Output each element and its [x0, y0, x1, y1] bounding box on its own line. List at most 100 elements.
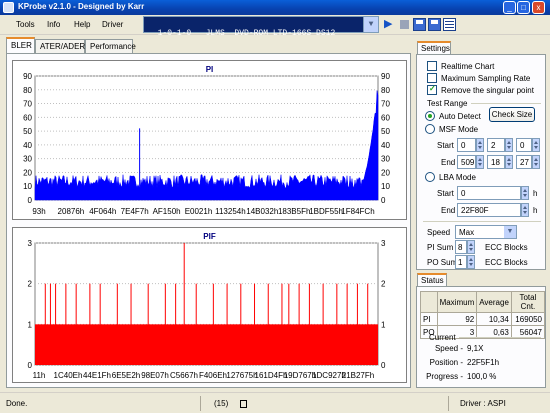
msf-start-frame-spinner[interactable]: [532, 138, 540, 152]
stop-icon[interactable]: [398, 18, 411, 31]
pi-x-tick: E0021h: [185, 207, 213, 216]
msf-end-sec-field[interactable]: 18: [487, 155, 505, 169]
menu-info[interactable]: Info: [47, 20, 60, 29]
msf-mode-radio[interactable]: [425, 124, 435, 134]
pi-sum-spinner[interactable]: [467, 240, 475, 254]
lba-end-spinner[interactable]: [521, 203, 529, 217]
msf-end-frame-spinner[interactable]: [532, 155, 540, 169]
lba-start-label: Start: [437, 189, 454, 198]
remove-singular-checkbox[interactable]: [427, 84, 437, 95]
pif-x-tick: 1C40Eh: [54, 371, 83, 380]
status-separator: [448, 396, 449, 411]
status-box-icon: [240, 400, 247, 408]
pi-y-tick-left: 30: [23, 155, 32, 164]
menu-help[interactable]: Help: [74, 20, 90, 29]
max-sampling-checkbox[interactable]: [427, 73, 437, 83]
stats-cell: 92: [436, 312, 478, 326]
msf-end-frame-field[interactable]: 27: [516, 155, 532, 169]
msf-start-sec-spinner[interactable]: [505, 138, 513, 152]
lba-start-unit: h: [533, 189, 538, 198]
auto-detect-radio[interactable]: [425, 111, 435, 121]
msf-start-sec-field[interactable]: 2: [487, 138, 505, 152]
tab-status[interactable]: Status: [417, 273, 447, 287]
pi-y-tick-left: 80: [23, 86, 32, 95]
log-icon[interactable]: [443, 18, 456, 31]
stats-header-row: Maximum Average Total Cnt.: [420, 291, 546, 313]
current-progress-value: 100,0 %: [467, 372, 497, 381]
chevron-down-icon[interactable]: ▼: [363, 17, 378, 32]
speed-divider: [423, 221, 541, 222]
save-icon[interactable]: [413, 18, 426, 31]
realtime-chart-checkbox[interactable]: [427, 61, 437, 71]
pi-y-tick-left: 60: [23, 113, 32, 122]
stats-table: Maximum Average Total Cnt. PI 92 10,34 1…: [420, 291, 546, 339]
msf-start-min-spinner[interactable]: [476, 138, 484, 152]
status-separator: [200, 396, 201, 411]
stats-col-maximum: Maximum: [436, 291, 478, 313]
pif-y-tick-right: 2: [381, 280, 386, 289]
msf-end-min-field[interactable]: 509: [457, 155, 476, 169]
current-speed-value: 9,1X: [467, 344, 484, 353]
pi-y-tick-left: 40: [23, 141, 32, 150]
drive-select[interactable]: 1-0-1-0 JLMS DVD-ROM LTD-166S DS12 ▼: [143, 16, 379, 38]
pi-x-tick: 1BDF55h: [309, 207, 343, 216]
pi-y-tick-right: 10: [381, 182, 390, 191]
menu-driver[interactable]: Driver: [102, 20, 123, 29]
minimize-button[interactable]: _: [503, 1, 516, 14]
pi-sum-field[interactable]: 8: [455, 240, 467, 254]
stats-cell: 10,34: [476, 312, 512, 326]
pi-x-tick: 7E4F7h: [121, 207, 149, 216]
pi-x-tick: AF150h: [153, 207, 181, 216]
pi-y-tick-right: 50: [381, 127, 390, 136]
msf-mode-label: MSF Mode: [439, 125, 479, 134]
stats-row-pi: PI 92 10,34 169050: [420, 312, 546, 326]
pi-y-tick-right: 60: [381, 113, 390, 122]
po-sum-label: PO Sum: [427, 258, 458, 267]
pif-y-tick-left: 1: [28, 320, 33, 329]
lba-mode-radio[interactable]: [425, 172, 435, 182]
close-button[interactable]: x: [532, 1, 545, 14]
msf-start-min-field[interactable]: 0: [457, 138, 476, 152]
auto-detect-label: Auto Detect: [439, 112, 481, 121]
bler-panel: PI 90 90 80 80 70 70 60 60 50 50 40 40 30 30 20 20 10 10 0…: [6, 53, 411, 388]
app-icon: [3, 2, 14, 13]
play-icon[interactable]: ▶: [384, 18, 397, 31]
pi-x-tick: 113254h: [215, 207, 246, 216]
pi-chart: PI 90 90 80 80 70 70 60 60 50 50 40 40 30 30 20 20 10 10 0…: [12, 60, 407, 220]
current-speed-label: Speed -: [434, 344, 463, 353]
current-progress-label: Progress -: [426, 372, 463, 381]
po-sum-spinner[interactable]: [467, 255, 475, 269]
pi-x-tick: 183B5Fh: [278, 207, 310, 216]
save-as-icon[interactable]: [428, 18, 441, 31]
lba-start-field[interactable]: 0: [457, 186, 521, 200]
pif-y-tick-left: 2: [28, 280, 33, 289]
pi-y-tick-right: 20: [381, 168, 390, 177]
pi-x-tick: 4F064h: [89, 207, 116, 216]
menu-tools[interactable]: Tools: [16, 20, 35, 29]
msf-end-sec-spinner[interactable]: [505, 155, 513, 169]
status-panel: Maximum Average Total Cnt. PI 92 10,34 1…: [416, 286, 546, 388]
pif-chart-svg: 3 32 21 10 011h 1C40Eh 44E1Fh 6E5E2h 98E07h C5667…: [28, 239, 386, 380]
check-size-button[interactable]: Check Size: [489, 107, 535, 122]
speed-select-value: Max: [459, 228, 475, 237]
pi-y-tick-right: 30: [381, 155, 390, 164]
msf-start-frame-field[interactable]: 0: [516, 138, 532, 152]
pi-x-tick: 20876h: [58, 207, 85, 216]
tab-performance[interactable]: Performance: [85, 39, 136, 53]
pif-y-tick-right: 0: [381, 361, 386, 370]
tab-ater-ader[interactable]: ATER/ADER: [35, 39, 85, 53]
msf-end-min-spinner[interactable]: [476, 155, 484, 169]
chevron-down-icon[interactable]: ▼: [504, 226, 516, 238]
tab-bler[interactable]: BLER: [6, 37, 35, 53]
tab-settings[interactable]: Settings: [417, 41, 451, 55]
title-bar: KProbe v2.1.0 - Designed by Karr _ □ x: [0, 0, 550, 15]
lba-start-spinner[interactable]: [521, 186, 529, 200]
pif-x-tick: F406Eh: [199, 371, 227, 380]
pi-y-tick-left: 70: [23, 100, 32, 109]
stats-col-total: Total Cnt.: [510, 291, 546, 313]
status-bar: Done. (15) Driver : ASPI: [0, 392, 550, 413]
maximize-button[interactable]: □: [517, 1, 530, 14]
po-sum-field[interactable]: 1: [455, 255, 467, 269]
speed-select[interactable]: Max ▼: [455, 225, 517, 239]
lba-end-field[interactable]: 22F80F: [457, 203, 521, 217]
